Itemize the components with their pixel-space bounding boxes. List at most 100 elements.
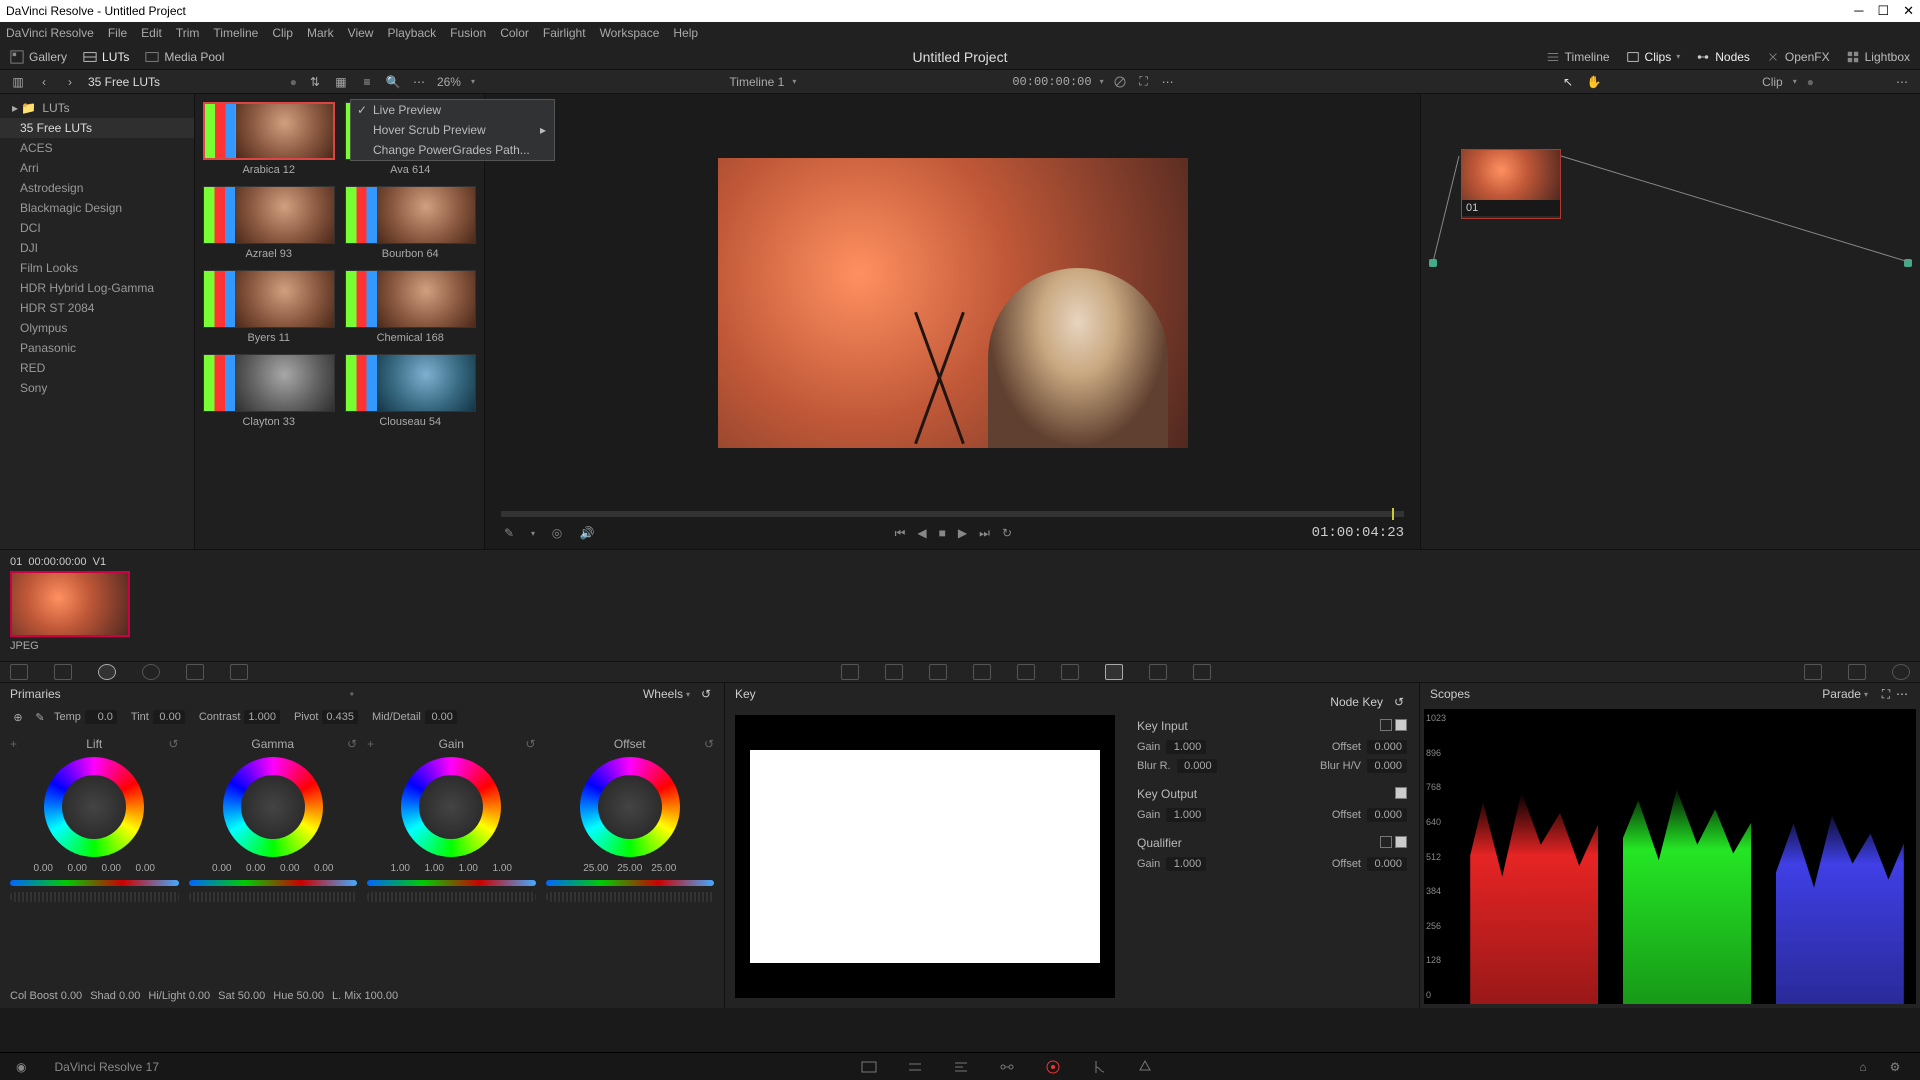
luts-toggle[interactable]: LUTs — [83, 50, 129, 64]
lut-card[interactable]: Byers 11 — [203, 270, 335, 344]
colboost-value[interactable]: 0.00 — [61, 990, 82, 1002]
lut-thumb[interactable] — [203, 270, 335, 328]
key-preview[interactable] — [735, 715, 1115, 998]
menu-item[interactable]: Clip — [272, 26, 293, 40]
lut-thumb[interactable] — [345, 270, 477, 328]
lift-wheel[interactable] — [44, 757, 144, 857]
tree-item-aces[interactable]: ACES — [0, 138, 194, 158]
timeline-toggle[interactable]: Timeline — [1546, 50, 1610, 64]
nodes-toggle[interactable]: Nodes — [1696, 50, 1750, 64]
lut-card[interactable]: Chemical 168 — [345, 270, 477, 344]
input-invert-key[interactable] — [1395, 719, 1407, 731]
rgb-mixer-icon[interactable] — [186, 664, 204, 680]
hand-icon[interactable]: ✋ — [1586, 74, 1602, 90]
grid-view-icon[interactable]: ▦ — [333, 74, 349, 90]
menu-item[interactable]: Workspace — [600, 26, 660, 40]
lift-ybar[interactable] — [10, 880, 179, 886]
input-invert-matte[interactable] — [1380, 719, 1392, 731]
search-icon[interactable]: 🔍 — [385, 74, 401, 90]
lut-thumb[interactable] — [203, 102, 335, 160]
fairlight-page-icon[interactable] — [1090, 1058, 1108, 1076]
pick-wb-icon[interactable]: ✎ — [32, 709, 48, 725]
resolve-logo-icon[interactable]: ◉ — [16, 1060, 26, 1074]
edit-page-icon[interactable] — [952, 1058, 970, 1076]
scopes-mode[interactable]: Parade — [1822, 687, 1861, 701]
qual-offset[interactable]: 0.000 — [1367, 857, 1407, 871]
offset-reset-icon[interactable]: ↺ — [704, 737, 714, 751]
lut-thumb[interactable] — [345, 186, 477, 244]
panel-toggle-icon[interactable]: ▥ — [10, 74, 26, 90]
menu-item[interactable]: Playback — [387, 26, 436, 40]
viewer-options-icon[interactable]: ⋯ — [1160, 74, 1176, 90]
menu-item[interactable]: Edit — [141, 26, 162, 40]
offset-ybar[interactable] — [546, 880, 715, 886]
gamma-jog[interactable] — [189, 892, 358, 902]
menu-item[interactable]: DaVinci Resolve — [6, 26, 94, 40]
warper-icon[interactable] — [885, 664, 903, 680]
parade-scope[interactable]: 10238967686405123842561280 — [1424, 709, 1916, 1004]
auto-balance-icon[interactable]: ⊕ — [10, 709, 26, 725]
openfx-toggle[interactable]: OpenFX — [1766, 50, 1830, 64]
mute-icon[interactable]: 🔊 — [579, 525, 595, 541]
fusion-page-icon[interactable] — [998, 1058, 1016, 1076]
menu-item[interactable]: Trim — [176, 26, 200, 40]
tree-item-olympus[interactable]: Olympus — [0, 318, 194, 338]
gain-target-icon[interactable]: + — [367, 737, 374, 751]
qual-invert-matte[interactable] — [1380, 836, 1392, 848]
lift-target-icon[interactable]: + — [10, 737, 17, 751]
lut-thumb[interactable] — [345, 354, 477, 412]
camera-raw-icon[interactable] — [10, 664, 28, 680]
info-icon[interactable] — [1892, 664, 1910, 680]
clip-dropdown-label[interactable]: Clip — [1762, 75, 1783, 89]
lmix-value[interactable]: 100.00 — [364, 990, 398, 1002]
pivot-value[interactable]: 0.435 — [322, 710, 358, 724]
sat-value[interactable]: 50.00 — [238, 990, 266, 1002]
deliver-page-icon[interactable] — [1136, 1058, 1154, 1076]
color-wheels-icon[interactable] — [98, 664, 116, 680]
bypass-icon[interactable] — [1112, 74, 1128, 90]
ctx-live-preview[interactable]: Live Preview — [351, 100, 554, 120]
nodekey-reset-icon[interactable]: ↺ — [1391, 694, 1407, 710]
minimize-button[interactable]: ─ — [1854, 3, 1863, 19]
ctx-change-path[interactable]: Change PowerGrades Path... — [351, 140, 554, 160]
wheels-mode[interactable]: Wheels — [643, 687, 683, 701]
ctx-hover-scrub[interactable]: Hover Scrub Preview — [351, 120, 554, 140]
lut-thumb[interactable] — [203, 354, 335, 412]
contrast-value[interactable]: 1.000 — [244, 710, 280, 724]
tracking-icon[interactable] — [1017, 664, 1035, 680]
media-page-icon[interactable] — [860, 1058, 878, 1076]
unmix-icon[interactable]: ◎ — [549, 525, 565, 541]
options-icon[interactable]: ⋯ — [411, 74, 427, 90]
qual-gain[interactable]: 1.000 — [1166, 857, 1206, 871]
viewer-area[interactable] — [485, 94, 1420, 511]
menu-item[interactable]: Fusion — [450, 26, 486, 40]
scopes-icon[interactable] — [1848, 664, 1866, 680]
home-icon[interactable]: ⌂ — [1854, 1058, 1872, 1076]
magic-mask-icon[interactable] — [1061, 664, 1079, 680]
tree-root[interactable]: ▸ 📁LUTs — [0, 98, 194, 118]
scopes-options-icon[interactable]: ⋯ — [1894, 686, 1910, 702]
key-icon[interactable] — [1149, 664, 1167, 680]
picker-icon[interactable]: ✎ — [501, 525, 517, 541]
tree-item-hdrhlog[interactable]: HDR Hybrid Log-Gamma — [0, 278, 194, 298]
hdr-wheels-icon[interactable] — [142, 664, 160, 680]
scopes-expand-icon[interactable]: ⛶ — [1878, 686, 1894, 702]
pointer-icon[interactable]: ↖ — [1560, 74, 1576, 90]
viewer-timecode[interactable]: 01:00:04:23 — [1312, 525, 1404, 541]
cut-page-icon[interactable] — [906, 1058, 924, 1076]
lightbox-toggle[interactable]: Lightbox — [1846, 50, 1910, 64]
tree-item-dci[interactable]: DCI — [0, 218, 194, 238]
blur-icon[interactable] — [1105, 664, 1123, 680]
hilight-value[interactable]: 0.00 — [189, 990, 210, 1002]
tree-item-astrodesign[interactable]: Astrodesign — [0, 178, 194, 198]
lut-card[interactable]: Clouseau 54 — [345, 354, 477, 428]
maximize-button[interactable]: ☐ — [1877, 3, 1889, 19]
master-timecode[interactable]: 00:00:00:00 — [1012, 75, 1091, 89]
shad-value[interactable]: 0.00 — [119, 990, 140, 1002]
menu-item[interactable]: Color — [500, 26, 529, 40]
play-icon[interactable]: ▶ — [958, 526, 967, 540]
temp-value[interactable]: 0.0 — [85, 710, 117, 724]
input-blurr[interactable]: 0.000 — [1177, 759, 1217, 773]
clip-thumbnail[interactable] — [10, 571, 130, 637]
gamma-ybar[interactable] — [189, 880, 358, 886]
